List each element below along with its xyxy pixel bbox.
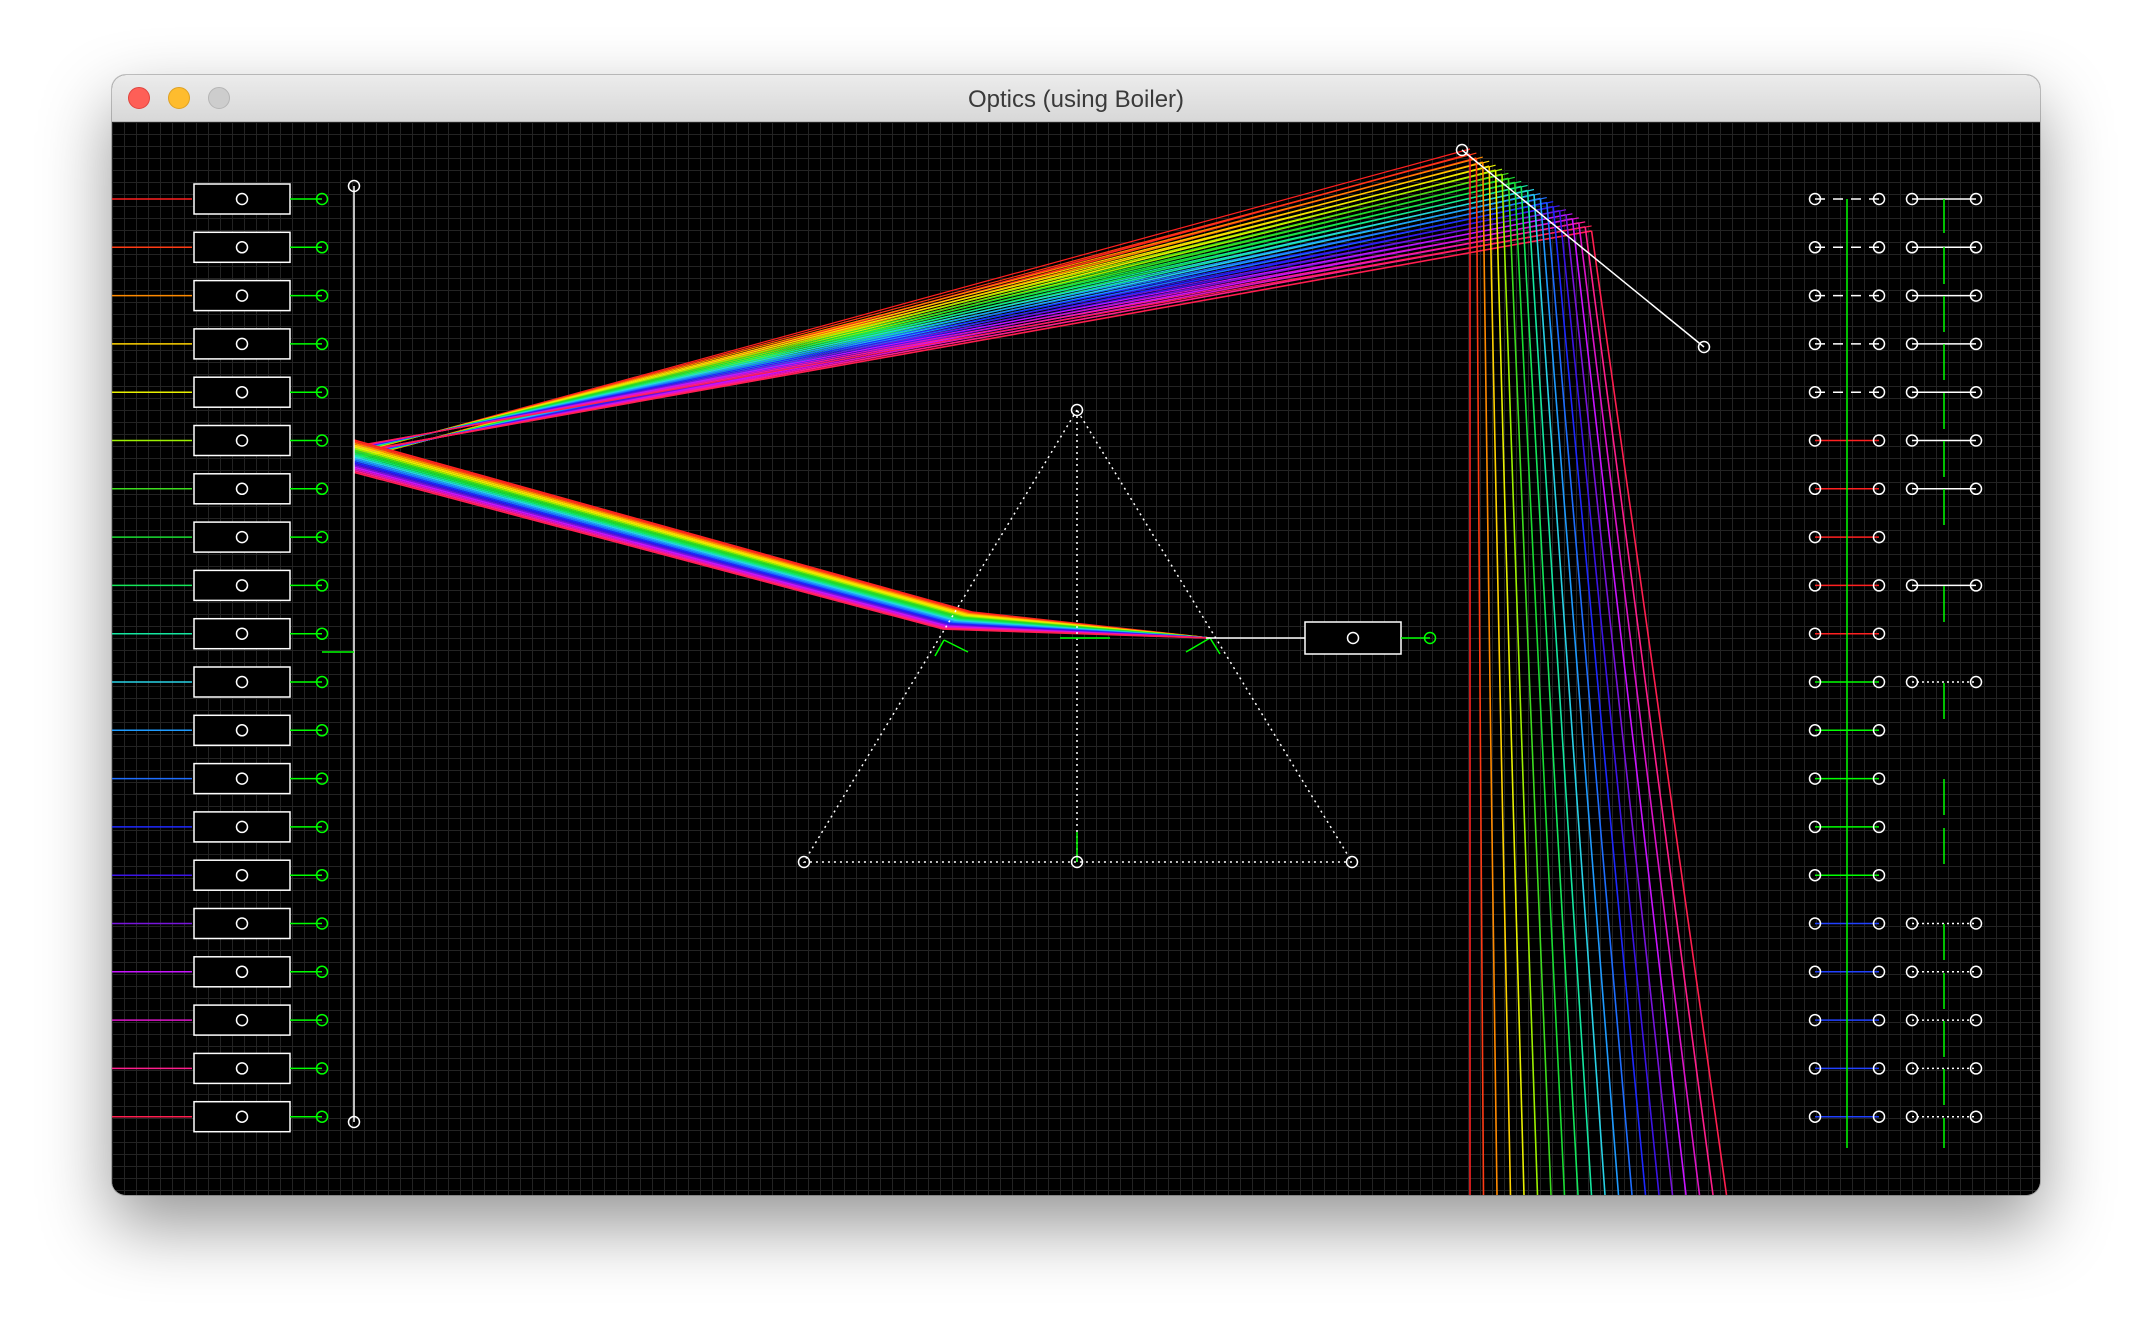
source-box[interactable] bbox=[193, 1052, 291, 1085]
source-box[interactable] bbox=[193, 666, 291, 698]
ray-segment bbox=[353, 468, 947, 629]
source-box[interactable] bbox=[193, 473, 291, 505]
ray-segment bbox=[1578, 222, 1701, 1195]
title-bar: Optics (using Boiler) bbox=[112, 75, 2040, 122]
light-source[interactable] bbox=[112, 762, 329, 795]
ray-segment bbox=[353, 230, 1592, 454]
light-source[interactable] bbox=[112, 714, 329, 747]
ray-segment bbox=[353, 440, 971, 614]
reflected-rays bbox=[1469, 154, 1728, 1195]
ray-segment bbox=[1514, 182, 1566, 1195]
white-source-box[interactable] bbox=[1304, 621, 1402, 655]
ray-segment bbox=[353, 225, 1592, 447]
ray-segment bbox=[1539, 198, 1620, 1195]
ray-segment bbox=[353, 459, 955, 624]
ray-segment bbox=[353, 452, 961, 620]
source-box[interactable] bbox=[193, 231, 291, 264]
light-source[interactable] bbox=[112, 1004, 329, 1036]
light-source[interactable] bbox=[112, 328, 329, 360]
light-source[interactable] bbox=[112, 521, 329, 553]
source-box[interactable] bbox=[193, 328, 291, 360]
light-sources[interactable] bbox=[112, 183, 329, 1133]
ray-segment bbox=[1475, 158, 1485, 1195]
ray-segment bbox=[353, 457, 956, 623]
ray-segment bbox=[1584, 226, 1714, 1195]
ray-segment bbox=[353, 456, 958, 622]
ray-segment bbox=[353, 449, 964, 619]
source-box[interactable] bbox=[193, 907, 291, 940]
light-source[interactable] bbox=[112, 279, 329, 312]
source-box[interactable] bbox=[193, 617, 291, 650]
light-source[interactable] bbox=[112, 231, 329, 264]
screen-line[interactable] bbox=[322, 179, 361, 1129]
ray-segment bbox=[353, 447, 965, 618]
white-light-source[interactable] bbox=[1206, 621, 1437, 655]
ray-segment bbox=[353, 439, 973, 613]
normal-marker bbox=[1185, 637, 1211, 653]
source-box[interactable] bbox=[193, 376, 291, 408]
control-panel[interactable] bbox=[1808, 192, 1983, 1149]
source-box[interactable] bbox=[193, 956, 291, 988]
light-source[interactable] bbox=[112, 666, 329, 698]
ray-segment bbox=[353, 461, 953, 625]
optics-scene[interactable] bbox=[112, 122, 2040, 1195]
normal-marker bbox=[1209, 637, 1221, 655]
ray-segment bbox=[1526, 190, 1593, 1195]
source-box[interactable] bbox=[193, 762, 291, 795]
light-source[interactable] bbox=[112, 617, 329, 650]
prism[interactable] bbox=[797, 403, 1359, 869]
ray-segment bbox=[1590, 230, 1728, 1195]
light-source[interactable] bbox=[112, 811, 329, 843]
window-title: Optics (using Boiler) bbox=[967, 86, 1185, 113]
ray-segment bbox=[1482, 162, 1498, 1195]
ray-segment bbox=[353, 444, 968, 616]
light-source[interactable] bbox=[112, 424, 329, 457]
ray-segment bbox=[353, 451, 962, 620]
light-source[interactable] bbox=[112, 859, 329, 891]
ray-segment bbox=[1552, 206, 1647, 1195]
source-box[interactable] bbox=[193, 1004, 291, 1036]
refracted-rays bbox=[353, 148, 1592, 461]
source-box[interactable] bbox=[193, 859, 291, 891]
ray-segment bbox=[353, 464, 950, 627]
optics-canvas[interactable] bbox=[112, 122, 2040, 1195]
light-source[interactable] bbox=[112, 569, 329, 602]
ray-segment bbox=[353, 446, 967, 617]
app-window: Optics (using Boiler) bbox=[112, 75, 2040, 1195]
light-source[interactable] bbox=[112, 1100, 329, 1133]
light-source[interactable] bbox=[112, 376, 329, 408]
ray-segment bbox=[353, 471, 944, 630]
ray-segment bbox=[353, 454, 959, 621]
light-source[interactable] bbox=[112, 1052, 329, 1085]
light-source[interactable] bbox=[112, 183, 329, 215]
source-box[interactable] bbox=[193, 569, 291, 602]
ray-segment bbox=[353, 466, 949, 628]
source-box[interactable] bbox=[193, 521, 291, 553]
source-box[interactable] bbox=[193, 714, 291, 747]
source-box[interactable] bbox=[193, 183, 291, 215]
prism-right-handle[interactable] bbox=[1345, 855, 1359, 869]
prism-outline[interactable] bbox=[802, 408, 1354, 863]
ray-segment bbox=[353, 463, 952, 626]
light-source[interactable] bbox=[112, 473, 329, 505]
light-source[interactable] bbox=[112, 907, 329, 940]
source-box[interactable] bbox=[193, 279, 291, 312]
ray-segment bbox=[353, 469, 946, 629]
source-box[interactable] bbox=[193, 424, 291, 457]
incident-rays bbox=[353, 439, 1211, 639]
source-box[interactable] bbox=[193, 1100, 291, 1133]
ray-segment bbox=[353, 442, 970, 615]
normal-marker bbox=[943, 639, 969, 653]
light-source[interactable] bbox=[112, 956, 329, 988]
source-box[interactable] bbox=[193, 811, 291, 843]
